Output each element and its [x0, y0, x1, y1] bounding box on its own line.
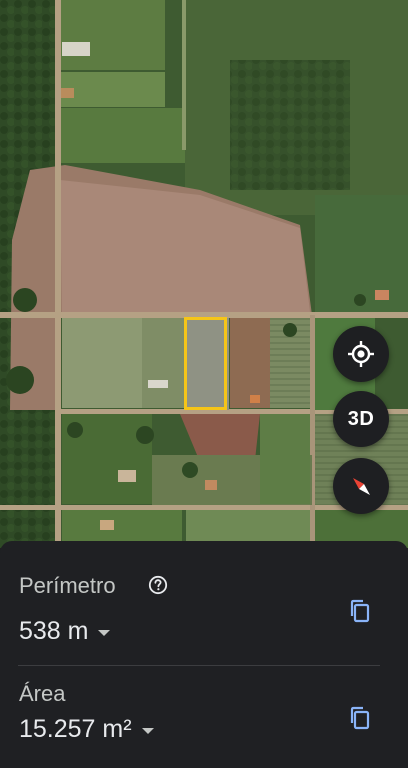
area-value: 15.257 m² — [19, 715, 132, 743]
copy-icon — [350, 706, 370, 730]
copy-perimeter-button[interactable] — [345, 596, 375, 626]
toggle-3d-button[interactable]: 3D — [333, 391, 389, 447]
compass-button[interactable] — [333, 458, 389, 514]
perimeter-value: 538 m — [19, 617, 89, 645]
dropdown-caret-icon — [98, 629, 111, 636]
area-label: Área — [19, 681, 66, 706]
selected-area-outline — [184, 317, 227, 410]
perimeter-label: Perímetro — [19, 573, 116, 598]
dropdown-caret-icon — [141, 727, 154, 734]
my-location-button[interactable] — [333, 326, 389, 382]
area-unit-selector[interactable]: 15.257 m² — [19, 715, 154, 744]
compass-icon — [353, 478, 370, 495]
my-location-icon — [348, 341, 374, 367]
copy-icon — [350, 599, 370, 623]
perimeter-unit-selector[interactable]: 538 m — [19, 617, 111, 646]
measurement-panel: Perímetro 538 m Área 15.257 m² — [0, 541, 408, 768]
help-circle-icon[interactable] — [148, 575, 168, 595]
divider — [18, 665, 380, 666]
copy-area-button[interactable] — [345, 703, 375, 733]
3d-label: 3D — [347, 407, 375, 430]
